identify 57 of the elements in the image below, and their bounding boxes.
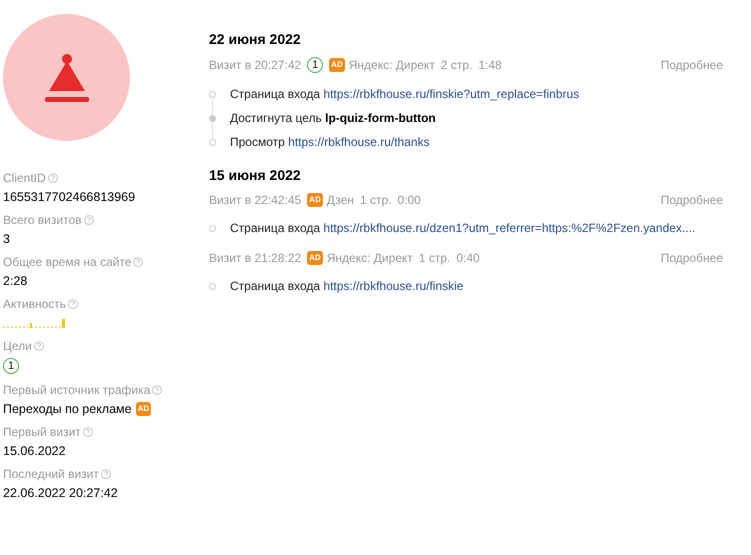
visit-duration: 1:48 — [478, 58, 502, 72]
event-text: Страница входа https://rbkfhouse.ru/dzen1?utm_referrer=https:%2F%2Fzen.yandex.... — [230, 221, 696, 235]
timeline-dot — [209, 138, 216, 146]
ad-badge: AD — [307, 193, 323, 207]
event-text: Страница входа https://rbkfhouse.ru/finskie — [230, 279, 464, 293]
visit-pages: 2 стр. — [440, 58, 472, 72]
activity-sparkline — [3, 318, 65, 328]
timeline-dot — [209, 282, 216, 290]
visit-duration: 0:00 — [397, 193, 421, 207]
visit-source: Дзен — [326, 193, 354, 207]
help-icon[interactable] — [48, 173, 58, 183]
ad-badge: AD — [307, 251, 323, 265]
visit-time: Визит в 22:42:45 — [209, 193, 302, 207]
help-icon[interactable] — [84, 215, 94, 225]
field-label: Первый визит — [3, 425, 81, 439]
event-text: Страница входа https://rbkfhouse.ru/finskie?utm_replace=finbrus — [230, 87, 580, 101]
help-icon[interactable] — [100, 469, 111, 479]
visit-duration: 0:40 — [456, 251, 480, 265]
timeline-dot — [209, 224, 216, 232]
visit-source: Яндекс: Директ — [326, 251, 413, 265]
page-link[interactable]: https://rbkfhouse.ru/finskie?utm_replace=finbrus — [323, 87, 580, 101]
help-icon[interactable] — [152, 385, 162, 395]
visit-pages: 1 стр. — [360, 193, 392, 207]
field-value: 2:28 — [3, 274, 28, 288]
event-text: Достигнута цель lp-quiz-form-button — [230, 111, 436, 125]
goal-count: 1 — [3, 358, 19, 374]
field-label: Первый источник трафика — [3, 383, 150, 397]
field-label: Всего визитов — [3, 213, 82, 227]
field-label: Общее время на сайте — [3, 255, 132, 269]
field-label: ClientID — [3, 171, 46, 185]
help-icon[interactable] — [68, 299, 78, 309]
field-value: 1655317702466813969 — [3, 190, 136, 204]
field-label: Цели — [3, 339, 32, 353]
ad-badge: AD — [329, 58, 345, 72]
field-value: 22.06.2022 20:27:42 — [3, 486, 119, 500]
help-icon[interactable] — [82, 427, 93, 437]
field-value: 3 — [3, 232, 11, 246]
ad-badge: AD — [136, 402, 152, 416]
page-link[interactable]: https://rbkfhouse.ru/thanks — [288, 135, 430, 149]
field-value: Переходы по рекламе — [3, 402, 132, 416]
page-link[interactable]: https://rbkfhouse.ru/dzen1?utm_referrer=https:%2F%2Fzen.yandex.... — [323, 221, 696, 235]
timeline-dot — [209, 90, 216, 98]
visit-time: Визит в 21:28:22 — [209, 251, 302, 265]
visit-pages: 1 стр. — [418, 251, 450, 265]
page-link[interactable]: https://rbkfhouse.ru/finskie — [323, 279, 464, 293]
field-value: 15.06.2022 — [3, 444, 67, 458]
field-label: Последний визит — [3, 467, 99, 481]
visit-source: Яндекс: Директ — [348, 58, 435, 72]
day-title: 15 июня 2022 — [209, 167, 302, 183]
timeline-dot — [209, 114, 216, 122]
help-icon[interactable] — [133, 257, 144, 267]
help-icon[interactable] — [34, 341, 44, 351]
field-label: Активность — [3, 297, 66, 311]
event-text: Просмотр https://rbkfhouse.ru/thanks — [230, 135, 430, 149]
day-title: 22 июня 2022 — [209, 31, 302, 47]
goal-count: 1 — [307, 57, 324, 73]
visit-time: Визит в 20:27:42 — [209, 58, 302, 72]
